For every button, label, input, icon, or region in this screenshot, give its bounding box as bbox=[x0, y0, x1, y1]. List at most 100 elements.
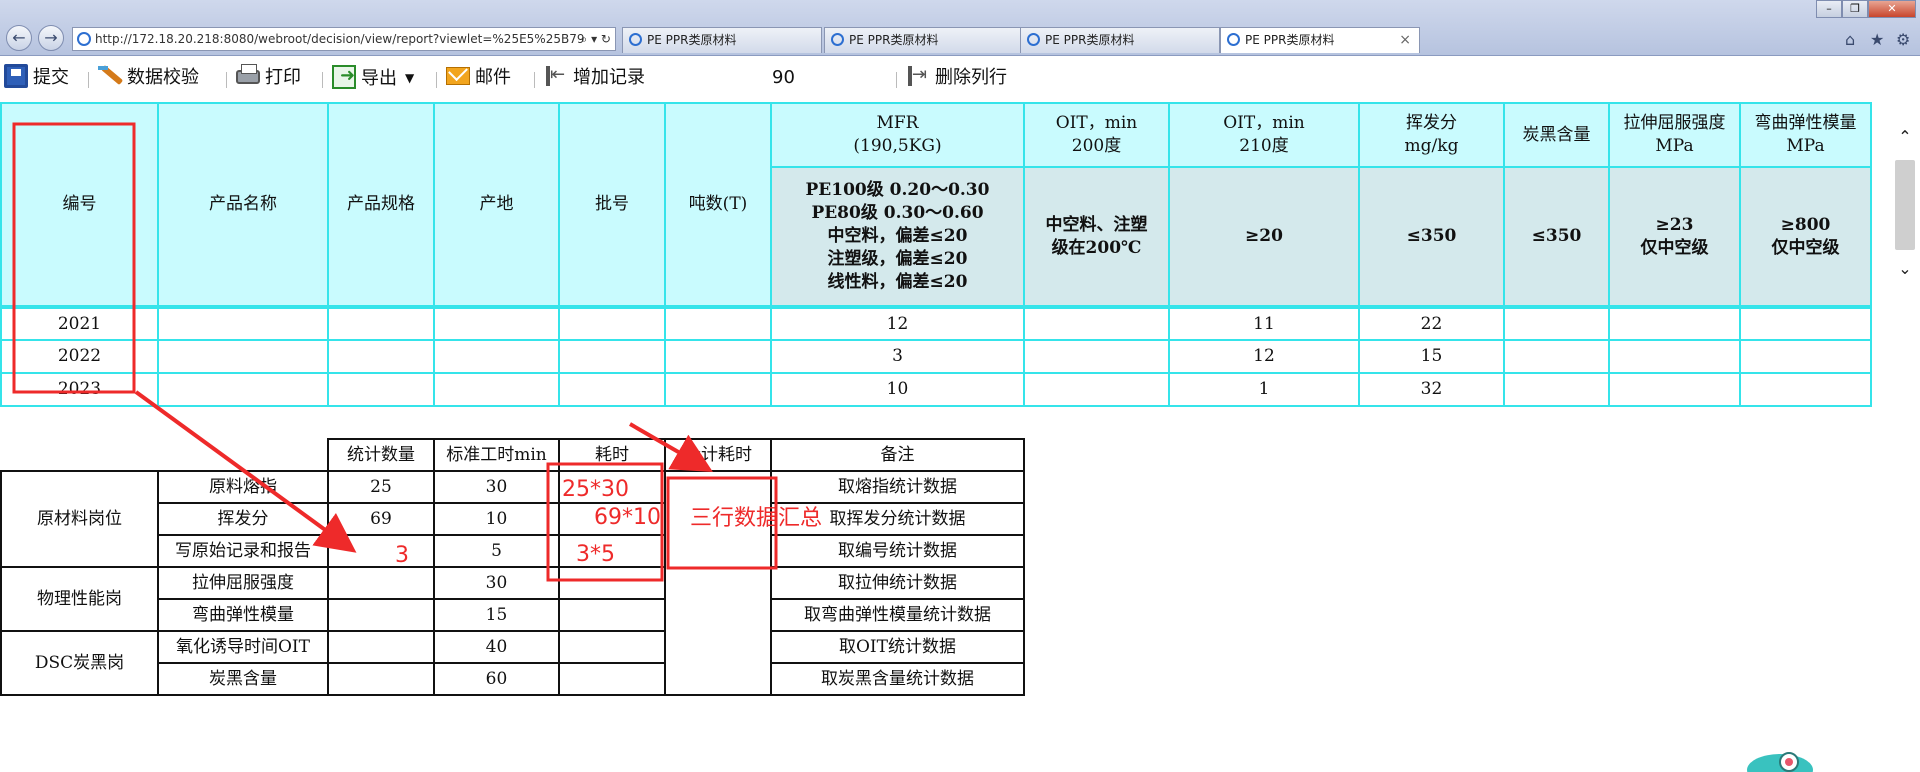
header-id: 编号 bbox=[0, 102, 159, 308]
cell-oit210[interactable]: 12 bbox=[1168, 339, 1360, 374]
scroll-up-icon[interactable]: ⌃ bbox=[1896, 128, 1914, 146]
search-refresh-icons[interactable]: ⌕ ▾ ↻ bbox=[581, 28, 611, 50]
cell-mfr[interactable]: 12 bbox=[770, 305, 1025, 341]
vertical-scrollbar[interactable]: ⌃ ⌄ bbox=[1892, 124, 1918, 748]
item-count[interactable] bbox=[327, 566, 435, 600]
browser-chrome: ← → http://172.18.20.218:8080/webroot/de… bbox=[0, 0, 1920, 56]
back-icon[interactable]: ← bbox=[6, 25, 32, 51]
cell-oit210[interactable]: 1 bbox=[1168, 372, 1360, 407]
cell-oit210[interactable]: 11 bbox=[1168, 305, 1360, 341]
cell-flexural[interactable] bbox=[1739, 372, 1872, 407]
cell-mfr[interactable]: 3 bbox=[770, 339, 1025, 374]
browser-tab-1[interactable]: PE PPR类原材料 bbox=[622, 27, 822, 53]
item-count[interactable] bbox=[327, 662, 435, 696]
delete-column-button[interactable]: 删除列行 bbox=[906, 61, 1007, 92]
tab-close-icon[interactable]: × bbox=[1399, 28, 1411, 52]
add-record-button[interactable]: 增加记录 bbox=[544, 61, 645, 92]
standard-volatile: ≤350 bbox=[1358, 166, 1505, 308]
cell-spec[interactable] bbox=[327, 339, 435, 374]
minimize-icon[interactable]: – bbox=[1816, 0, 1842, 18]
item-std-time: 30 bbox=[433, 566, 560, 600]
annotation-calc-2: 69*10 bbox=[594, 505, 661, 530]
submit-label: 提交 bbox=[33, 67, 69, 88]
print-button[interactable]: 打印 bbox=[236, 64, 301, 92]
cell-tensile[interactable] bbox=[1608, 339, 1741, 374]
item-name: 写原始记录和报告 bbox=[157, 534, 329, 568]
item-time[interactable] bbox=[558, 662, 666, 696]
cell-product-name[interactable] bbox=[157, 339, 329, 374]
favorites-star-icon[interactable]: ★ bbox=[1870, 30, 1884, 49]
cell-batch[interactable] bbox=[558, 305, 666, 341]
item-count[interactable]: 69 bbox=[327, 502, 435, 536]
item-name: 挥发分 bbox=[157, 502, 329, 536]
item-count[interactable] bbox=[327, 630, 435, 664]
item-std-time: 30 bbox=[433, 470, 560, 504]
cell-tonnage[interactable] bbox=[664, 305, 772, 341]
report-toolbar: 提交 数据校验 打印 导出 ▼ 邮件 增加记录 90 删除列行 bbox=[0, 56, 1920, 100]
cell-spec[interactable] bbox=[327, 305, 435, 341]
cell-carbon[interactable] bbox=[1503, 372, 1610, 407]
cell-origin[interactable] bbox=[433, 305, 560, 341]
assistant-robot-icon[interactable] bbox=[1745, 740, 1815, 772]
print-label: 打印 bbox=[265, 67, 301, 88]
cell-tensile[interactable] bbox=[1608, 305, 1741, 341]
cell-volatile[interactable]: 15 bbox=[1358, 339, 1505, 374]
table-row: DSC炭黑岗 氧化诱导时间OIT 40 取OIT统计数据 bbox=[0, 630, 1025, 696]
standard-carbon: ≤350 bbox=[1503, 166, 1610, 308]
item-time[interactable] bbox=[558, 598, 666, 632]
cell-oit200[interactable] bbox=[1023, 372, 1170, 407]
cell-carbon[interactable] bbox=[1503, 305, 1610, 341]
toolbar-divider bbox=[88, 72, 89, 88]
email-button[interactable]: 邮件 bbox=[446, 64, 511, 92]
cell-id[interactable]: 2023 bbox=[0, 372, 159, 407]
cell-carbon[interactable] bbox=[1503, 339, 1610, 374]
browser-tab-3[interactable]: PE PPR类原材料 bbox=[1020, 27, 1220, 53]
cell-tonnage[interactable] bbox=[664, 372, 772, 407]
cell-spec[interactable] bbox=[327, 372, 435, 407]
header-flexural: 弯曲弹性模量 MPa bbox=[1739, 102, 1872, 168]
browser-tab-4-active[interactable]: PE PPR类原材料 × bbox=[1220, 27, 1420, 53]
cell-id[interactable]: 2021 bbox=[0, 305, 159, 341]
toolbar-divider bbox=[322, 72, 323, 88]
cell-volatile[interactable]: 32 bbox=[1358, 372, 1505, 407]
item-time[interactable] bbox=[558, 630, 666, 664]
cell-oit200[interactable] bbox=[1023, 305, 1170, 341]
toolbar-divider bbox=[896, 72, 897, 88]
cell-tensile[interactable] bbox=[1608, 372, 1741, 407]
scroll-thumb[interactable] bbox=[1895, 160, 1915, 250]
cell-product-name[interactable] bbox=[157, 305, 329, 341]
submit-button[interactable]: 提交 bbox=[4, 64, 69, 92]
cell-batch[interactable] bbox=[558, 339, 666, 374]
forward-icon[interactable]: → bbox=[38, 25, 64, 51]
item-count[interactable] bbox=[327, 534, 435, 568]
header-spec: 产品规格 bbox=[327, 102, 435, 308]
cell-origin[interactable] bbox=[433, 372, 560, 407]
cell-oit200[interactable] bbox=[1023, 339, 1170, 374]
address-bar[interactable]: http://172.18.20.218:8080/webroot/decisi… bbox=[72, 27, 616, 51]
header-product-name: 产品名称 bbox=[157, 102, 329, 308]
maximize-icon[interactable]: ❐ bbox=[1842, 0, 1868, 18]
item-name: 原料熔指 bbox=[157, 470, 329, 504]
settings-gear-icon[interactable]: ⚙ bbox=[1896, 30, 1910, 49]
cell-volatile[interactable]: 22 bbox=[1358, 305, 1505, 341]
cell-flexural[interactable] bbox=[1739, 305, 1872, 341]
cell-origin[interactable] bbox=[433, 339, 560, 374]
item-count[interactable] bbox=[327, 598, 435, 632]
export-button[interactable]: 导出 ▼ bbox=[332, 62, 414, 92]
record-count-value[interactable]: 90 bbox=[772, 64, 795, 92]
cell-batch[interactable] bbox=[558, 372, 666, 407]
window-close-icon[interactable]: ✕ bbox=[1868, 0, 1916, 18]
cell-mfr[interactable]: 10 bbox=[770, 372, 1025, 407]
scroll-down-icon[interactable]: ⌄ bbox=[1896, 260, 1914, 278]
cell-tonnage[interactable] bbox=[664, 339, 772, 374]
home-icon[interactable]: ⌂ bbox=[1845, 30, 1855, 49]
browser-tab-2[interactable]: PE PPR类原材料 bbox=[824, 27, 1024, 53]
cell-flexural[interactable] bbox=[1739, 339, 1872, 374]
validate-button[interactable]: 数据校验 bbox=[98, 64, 199, 92]
email-label: 邮件 bbox=[475, 67, 511, 88]
header-remark: 备注 bbox=[770, 438, 1025, 472]
item-count[interactable]: 25 bbox=[327, 470, 435, 504]
item-time[interactable] bbox=[558, 566, 666, 600]
cell-product-name[interactable] bbox=[157, 372, 329, 407]
cell-id[interactable]: 2022 bbox=[0, 339, 159, 374]
